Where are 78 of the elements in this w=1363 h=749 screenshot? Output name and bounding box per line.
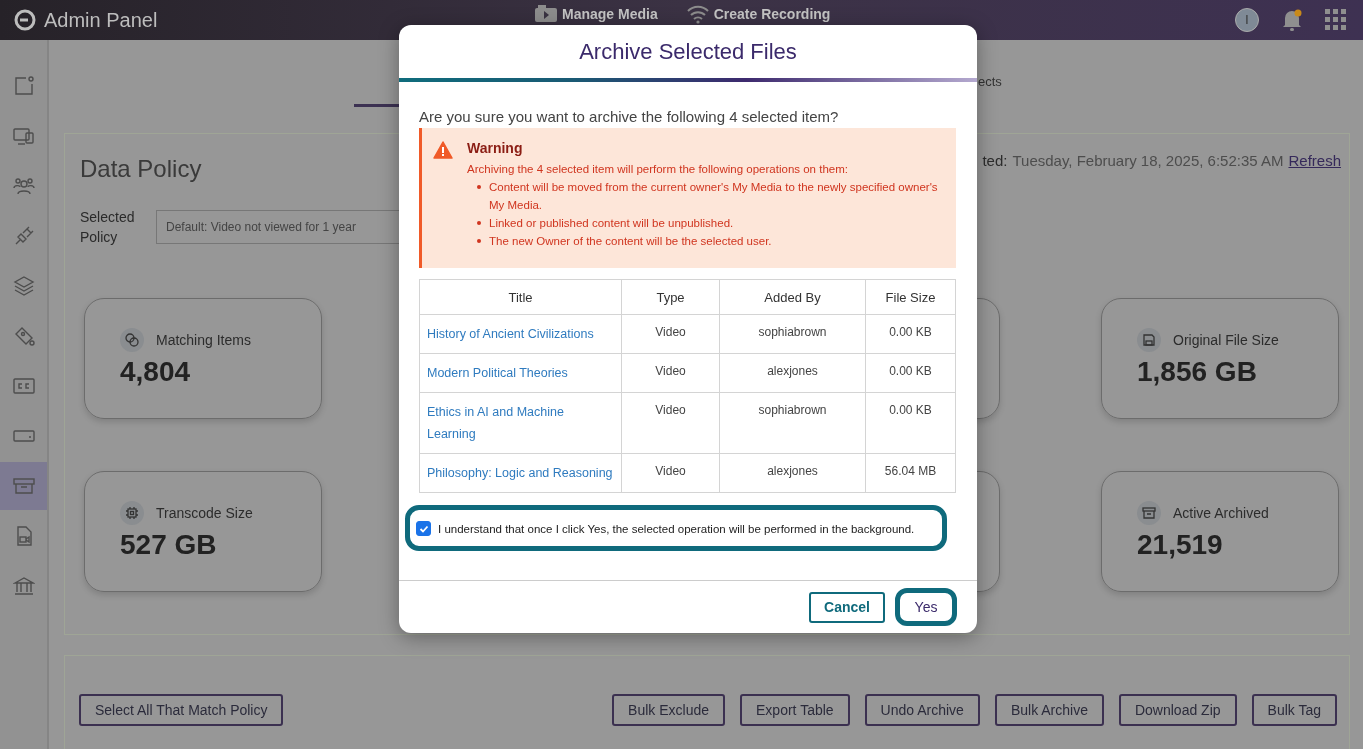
action-button[interactable]: Export Table	[740, 694, 850, 726]
column-header: File Size	[865, 279, 956, 315]
stat-value: 527 GB	[120, 529, 218, 561]
table-cell: sophiabrown	[719, 392, 866, 454]
yes-button[interactable]: Yes	[895, 588, 957, 626]
column-header: Type	[621, 279, 720, 315]
stat-label: Matching Items	[156, 332, 251, 348]
stat-value: 1,856 GB	[1137, 356, 1258, 388]
nav-icon	[12, 175, 35, 197]
bullet-icon	[477, 239, 481, 243]
bullet-icon	[477, 221, 481, 225]
table-cell: 56.04 MB	[865, 453, 956, 493]
column-header: Title	[419, 279, 622, 315]
user-avatar[interactable]: I	[1235, 8, 1259, 32]
check-icon	[418, 523, 429, 534]
action-button[interactable]: Bulk Archive	[994, 694, 1104, 726]
table-cell: Video	[621, 353, 720, 393]
nav-icon	[12, 475, 35, 497]
page-heading: Data Policy	[80, 155, 202, 183]
action-button[interactable]: Bulk Exclude	[612, 694, 726, 726]
stat-icon	[120, 328, 144, 352]
stat-label: Original File Size	[1173, 332, 1279, 348]
action-button[interactable]: Bulk Tag	[1251, 694, 1337, 726]
wifi-icon	[685, 4, 710, 24]
stat-label: Active Archived	[1173, 505, 1269, 521]
app-title: Admin Panel	[44, 8, 158, 32]
nav-icon	[12, 375, 35, 397]
nav-icon	[12, 75, 35, 97]
updated-timestamp: Tuesday, February 18, 2025, 6:52:35 AM	[1012, 152, 1284, 169]
nav-icon	[12, 125, 35, 147]
apps-grid-icon[interactable]	[1325, 9, 1347, 31]
stat-icon	[1137, 501, 1161, 525]
file-link[interactable]: Ethics in AI and Machine Learning	[419, 392, 622, 454]
dialog-title: Archive Selected Files	[578, 37, 798, 66]
warning-item: The new Owner of the content will be the selected user.	[489, 234, 772, 249]
table-cell: alexjones	[719, 353, 866, 393]
table-cell: 0.00 KB	[865, 314, 956, 354]
select-all-button[interactable]: Select All That Match Policy	[79, 694, 284, 726]
policy-label: Selected Policy	[80, 208, 136, 247]
sidebar-item[interactable]	[0, 462, 47, 510]
table-cell: Video	[621, 392, 720, 454]
table-cell: 0.00 KB	[865, 392, 956, 454]
table-cell: Video	[621, 314, 720, 354]
warning-icon	[433, 141, 453, 159]
checkbox-label: I understand that once I click Yes, the selected operation will be performed in the background.	[438, 522, 915, 535]
nav-link[interactable]: Manage Media	[534, 4, 658, 24]
warning-text: Archiving the 4 selected item will perform the following operations on them:	[467, 162, 849, 177]
tab-label[interactable]: ects	[978, 74, 1002, 89]
action-button[interactable]: Undo Archive	[864, 694, 980, 726]
logo-icon	[14, 9, 36, 31]
stat-icon	[1137, 328, 1161, 352]
file-link[interactable]: Modern Political Theories	[419, 353, 622, 393]
table-cell: alexjones	[719, 453, 866, 493]
video-icon	[534, 5, 558, 23]
stat-value: 21,519	[1137, 529, 1224, 561]
updated-label: ted:	[982, 152, 1008, 169]
table-cell: sophiabrown	[719, 314, 866, 354]
nav-icon	[12, 275, 35, 297]
bell-icon[interactable]	[1281, 8, 1303, 32]
cancel-button[interactable]: Cancel	[809, 591, 885, 623]
column-header: Added By	[719, 279, 866, 315]
bullet-icon	[477, 185, 481, 189]
stat-icon	[120, 501, 144, 525]
stat-value: 4,804	[120, 356, 192, 388]
checkbox[interactable]	[416, 521, 431, 536]
table-cell: Video	[621, 453, 720, 493]
table-cell: 0.00 KB	[865, 353, 956, 393]
stat-label: Transcode Size	[156, 505, 253, 521]
file-link[interactable]: Philosophy: Logic and Reasoning	[419, 453, 622, 493]
warning-title: Warning	[467, 140, 524, 156]
nav-link[interactable]: Create Recording	[685, 4, 831, 24]
warning-item: Linked or published content will be unpublished.	[489, 216, 734, 231]
confirm-question: Are you sure you want to archive the following 4 selected item?	[419, 108, 840, 125]
file-link[interactable]: History of Ancient Civilizations	[419, 314, 622, 354]
action-button[interactable]: Download Zip	[1118, 694, 1237, 726]
nav-icon	[12, 575, 35, 597]
refresh-link[interactable]: Refresh	[1288, 152, 1341, 169]
warning-item: Content will be moved from the current owner's My Media to the newly specified owner's My Media.	[489, 180, 939, 213]
